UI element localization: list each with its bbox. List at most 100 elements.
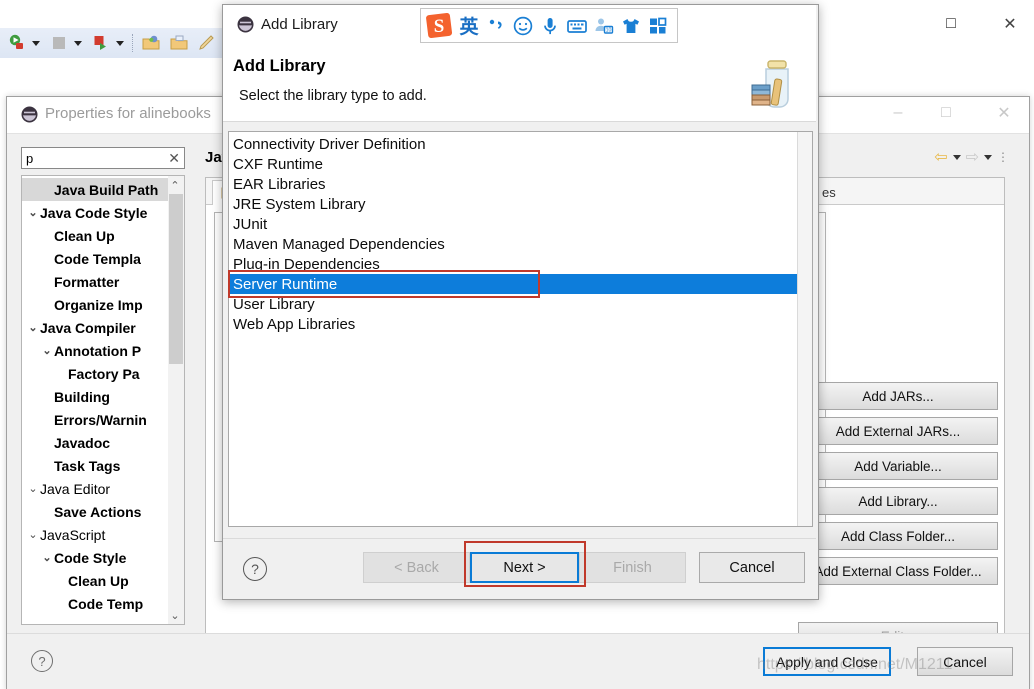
filter-input-value: p [26, 151, 34, 166]
skin-shirt-icon[interactable] [619, 14, 643, 38]
chevron-up-icon[interactable]: ⌃ [168, 177, 182, 193]
library-type-item[interactable]: JRE System Library [229, 194, 812, 214]
apply-and-close-button[interactable]: Apply and Close [763, 647, 891, 676]
close-button[interactable]: ✕ [981, 97, 1027, 129]
tree-item[interactable]: Code Templa [22, 247, 170, 270]
tree-item[interactable]: ⌄ Annotation P [22, 339, 170, 362]
help-icon[interactable]: ? [31, 650, 53, 672]
emoji-icon[interactable] [511, 14, 535, 38]
add-class-folder-button[interactable]: Add Class Folder... [798, 522, 998, 550]
library-type-item[interactable]: JUnit [229, 214, 812, 234]
voice-input-icon[interactable] [538, 14, 562, 38]
eclipse-toolbar [0, 28, 230, 59]
tree-item[interactable]: Factory Pa [22, 362, 170, 385]
maximize-button[interactable]: □ [923, 97, 969, 129]
chevron-down-icon[interactable]: ⌄ [26, 206, 40, 219]
tree-item[interactable]: Clean Up [22, 224, 170, 247]
library-type-item[interactable]: Connectivity Driver Definition [229, 134, 812, 154]
tree-item-label: Java Build Path [54, 181, 159, 198]
filter-input[interactable]: p ✕ [21, 147, 185, 169]
input-mode-english-icon[interactable]: 英 [457, 14, 481, 38]
add-jars-button[interactable]: Add JARs... [798, 382, 998, 410]
tree-scroll-thumb[interactable] [169, 194, 183, 364]
tree-item[interactable]: Organize Imp [22, 293, 170, 316]
new-folder-icon[interactable] [142, 34, 160, 52]
chevron-down-icon[interactable]: ⌄ [26, 482, 40, 495]
library-type-item[interactable]: Maven Managed Dependencies [229, 234, 812, 254]
view-menu-icon[interactable]: ⋮ [997, 150, 1009, 164]
library-list-scrollbar[interactable] [797, 132, 812, 526]
minimize-button[interactable]: – [875, 97, 921, 129]
library-type-item[interactable]: Server Runtime [229, 274, 812, 294]
add-variable-button[interactable]: Add Variable... [798, 452, 998, 480]
back-dropdown-arrow-icon[interactable] [952, 154, 961, 160]
tree-item-label: Code Temp [68, 595, 144, 612]
tree-vertical-scrollbar[interactable]: ⌃ ⌄ [168, 176, 184, 624]
close-icon[interactable]: ✕ [168, 150, 180, 167]
tree-item[interactable]: Building [22, 385, 170, 408]
forward-dropdown-arrow-icon[interactable] [984, 154, 992, 160]
finish-button[interactable]: Finish [579, 552, 686, 583]
cancel-button[interactable]: Cancel [699, 552, 805, 583]
soft-keyboard-icon[interactable] [565, 14, 589, 38]
chevron-down-icon[interactable]: ⌄ [26, 321, 40, 334]
header-divider [223, 121, 816, 122]
tree-item-label: Clean Up [54, 227, 115, 244]
tree-item[interactable]: Code Temp [22, 592, 170, 615]
tree-item-label: Organize Imp [54, 296, 143, 313]
tree-item[interactable]: Clean Up [22, 569, 170, 592]
tree-item-label: Save Actions [54, 503, 142, 520]
tree-item[interactable]: Save Actions [22, 500, 170, 523]
tree-item[interactable]: ⌄ Code Style [22, 546, 170, 569]
chevron-down-icon[interactable]: ⌄ [26, 528, 40, 541]
add-external-jars-button[interactable]: Add External JARs... [798, 417, 998, 445]
svg-text:10: 10 [606, 27, 612, 33]
tree-item[interactable]: Formatter [22, 270, 170, 293]
sogou-s-logo[interactable]: S [425, 11, 454, 40]
library-type-item[interactable]: Web App Libraries [229, 314, 812, 334]
library-type-list[interactable]: Connectivity Driver Definition CXF Runtim… [228, 131, 813, 527]
tree-item[interactable]: Java Build Path [22, 178, 170, 201]
back-arrow-icon[interactable]: ⇦ [934, 147, 947, 167]
tree-item[interactable]: ⌄ Java Editor [22, 477, 170, 500]
open-folder-icon[interactable] [170, 34, 188, 52]
tree-item-label: Factory Pa [68, 365, 140, 382]
close-button[interactable]: ✕ [988, 7, 1032, 41]
debug-icon[interactable] [92, 34, 110, 52]
toolbox-grid-icon[interactable] [646, 14, 670, 38]
tree-item[interactable]: ⌄ Java Compiler [22, 316, 170, 339]
run-icon[interactable] [8, 34, 26, 52]
sogou-ime-toolbar[interactable]: S 英 10 [420, 8, 678, 43]
library-type-item[interactable]: Plug-in Dependencies [229, 254, 812, 274]
tree-item-label: Code Templa [54, 250, 141, 267]
punctuation-toggle-icon[interactable] [484, 14, 508, 38]
library-type-item[interactable]: User Library [229, 294, 812, 314]
chevron-down-icon[interactable]: ⌄ [40, 551, 54, 564]
help-icon[interactable]: ? [243, 557, 267, 581]
debug-dropdown-arrow[interactable] [116, 41, 124, 46]
cancel-button[interactable]: Cancel [917, 647, 1013, 676]
tree-item[interactable]: Errors/Warnin [22, 408, 170, 431]
add-external-class-folder-button[interactable]: Add External Class Folder... [798, 557, 998, 585]
user-profile-icon[interactable]: 10 [592, 14, 616, 38]
tree-item[interactable]: ⌄ JavaScript [22, 523, 170, 546]
library-type-item[interactable]: CXF Runtime [229, 154, 812, 174]
forward-arrow-icon[interactable]: ⇨ [966, 147, 979, 167]
tree-item[interactable]: ⌄ Java Code Style [22, 201, 170, 224]
tree-item[interactable]: Task Tags [22, 454, 170, 477]
back-button[interactable]: < Back [363, 552, 470, 583]
tree-item[interactable]: Javadoc [22, 431, 170, 454]
chevron-down-icon[interactable]: ⌄ [168, 607, 182, 623]
tab-label: es [822, 184, 836, 200]
maximize-button[interactable]: □ [929, 7, 973, 41]
library-type-item[interactable]: EAR Libraries [229, 174, 812, 194]
properties-dialog-title: Properties for alinebooks [45, 105, 211, 122]
edit-pencil-icon[interactable] [198, 34, 216, 52]
next-button[interactable]: Next > [470, 552, 579, 583]
properties-tree[interactable]: Java Build Path ⌄ Java Code Style Clean Up C… [21, 175, 185, 625]
run-dropdown-arrow[interactable] [32, 41, 40, 46]
chevron-down-icon[interactable]: ⌄ [40, 344, 54, 357]
wizard-subtitle: Select the library type to add. [239, 88, 427, 104]
stop-dropdown-arrow[interactable] [74, 41, 82, 46]
add-library-button[interactable]: Add Library... [798, 487, 998, 515]
